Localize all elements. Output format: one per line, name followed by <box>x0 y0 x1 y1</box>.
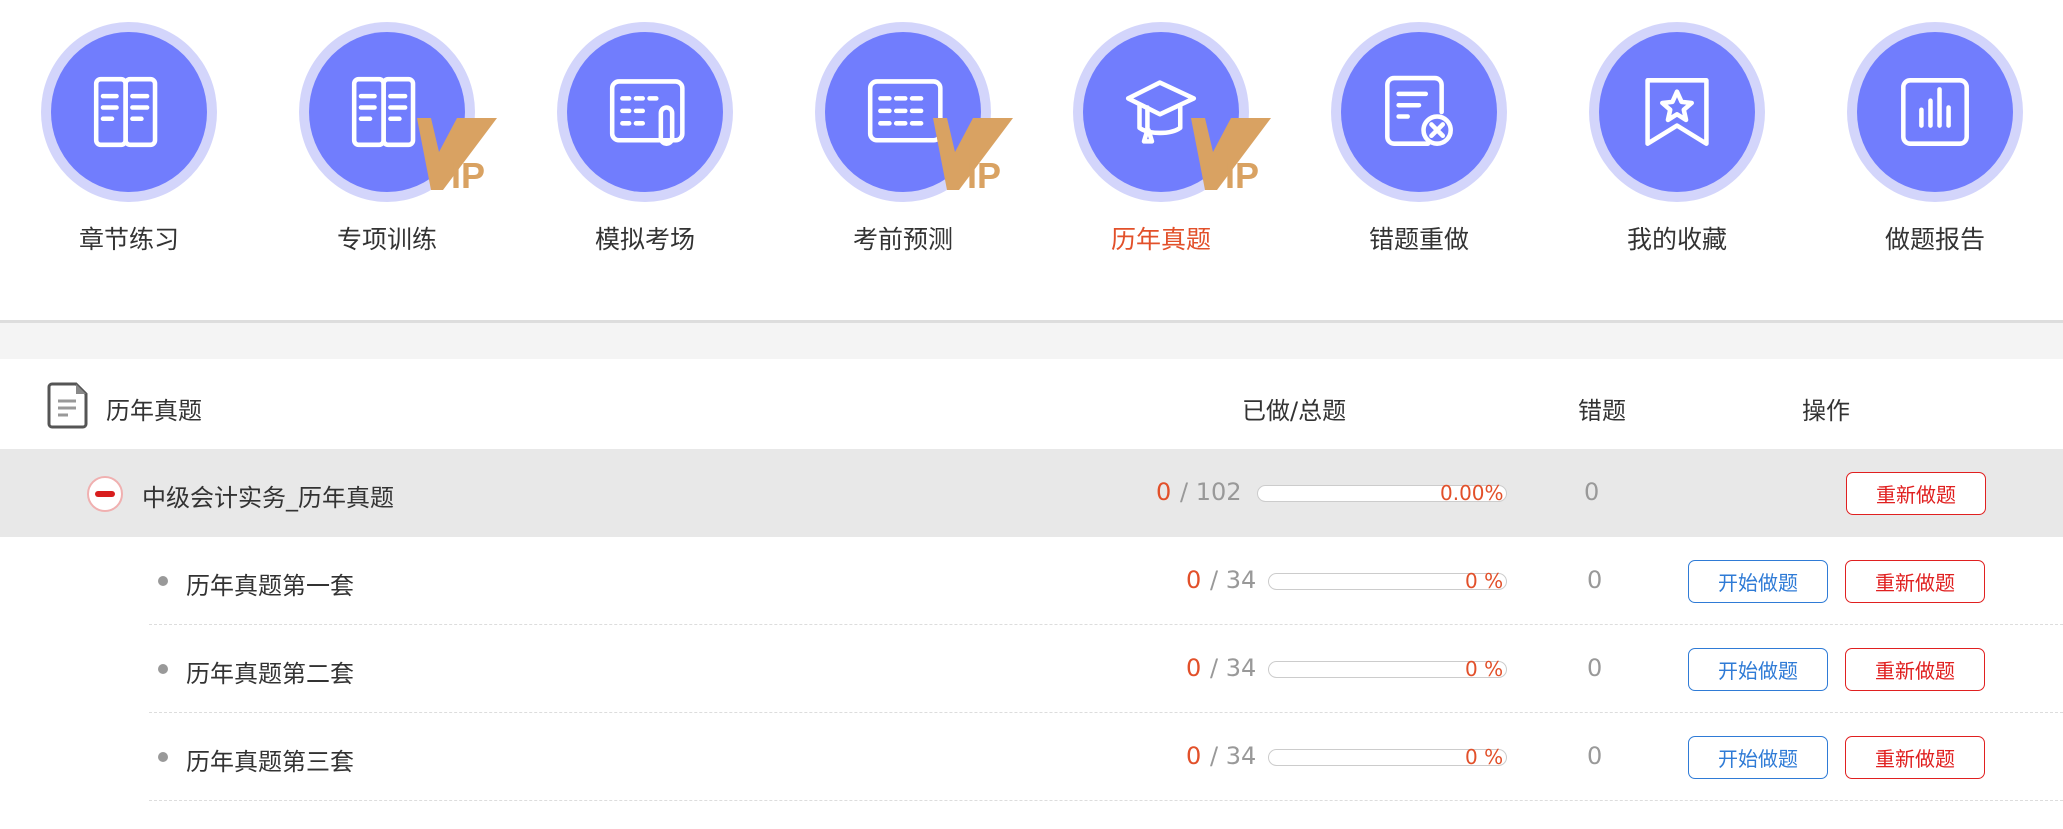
section-title: 历年真题 <box>106 397 202 425</box>
svg-text:IP: IP <box>1225 155 1259 190</box>
nav-label: 考前预测 <box>852 225 953 254</box>
bar-chart-icon <box>1901 78 1969 146</box>
nav-icon-circle <box>41 22 217 202</box>
book-icon <box>93 76 158 148</box>
nav-label: 章节练习 <box>78 225 179 254</box>
feature-nav: 章节练习 IP 专项训练 模拟考场 IP 考前预测 IP 历年真题 错题重做 我的收藏 做题报告 <box>0 0 2063 322</box>
nav-item-8[interactable]: 做题报告 <box>1806 22 2063 256</box>
progress-percent: 0.00% <box>1440 481 1504 505</box>
category-row: 中级会计实务_历年真题 0 / 102 0.00% 0 重新做题 <box>0 449 2063 537</box>
nav-label: 做题报告 <box>1884 225 1985 254</box>
exam-set-row: 历年真题第一套 0 / 34 0 % 0 开始做题 重新做题 <box>0 537 2063 625</box>
exam-set-row: 历年真题第二套 0 / 34 0 % 0 开始做题 重新做题 <box>0 625 2063 713</box>
wrong-doc-icon <box>1385 75 1453 146</box>
nav-label: 错题重做 <box>1368 225 1469 254</box>
redo-button[interactable]: 重新做题 <box>1845 736 1985 779</box>
column-wrong: 错题 <box>1578 397 1626 425</box>
collapse-icon[interactable] <box>86 475 124 513</box>
exam-set-name: 历年真题第二套 <box>186 660 354 688</box>
wrong-count: 0 <box>1587 742 1603 770</box>
wrong-count: 0 <box>1587 566 1603 594</box>
done-count: 0 <box>1186 742 1202 770</box>
redo-button[interactable]: 重新做题 <box>1845 560 1985 603</box>
vip-badge-icon: IP <box>1191 118 1271 190</box>
nav-item-3[interactable]: 模拟考场 <box>516 22 774 256</box>
done-count: 0 <box>1156 478 1172 506</box>
exam-set-name: 历年真题第一套 <box>186 572 354 600</box>
nav-label: 模拟考场 <box>594 225 695 254</box>
redo-button[interactable]: 重新做题 <box>1846 472 1986 515</box>
bullet-icon <box>158 576 168 586</box>
nav-label: 历年真题 <box>1110 225 1211 254</box>
vip-badge-icon: IP <box>933 118 1013 190</box>
vip-badge-icon: IP <box>417 118 497 190</box>
nav-item-5[interactable]: IP 历年真题 <box>1032 22 1290 256</box>
nav-icon-circle: IP <box>1073 22 1271 202</box>
nav-icon-circle <box>1331 22 1507 202</box>
column-progress: 已做/总题 <box>1242 397 1347 425</box>
bullet-icon <box>158 664 168 674</box>
done-count: 0 <box>1186 654 1202 682</box>
nav-icon-circle <box>1589 22 1765 202</box>
spacer-band <box>0 323 2063 359</box>
total-count: / 34 <box>1210 654 1257 682</box>
exam-set-name: 历年真题第三套 <box>186 748 354 776</box>
bookmark-star-icon <box>1645 78 1709 146</box>
redo-button[interactable]: 重新做题 <box>1845 648 1985 691</box>
nav-icon-circle <box>557 22 733 202</box>
svg-text:IP: IP <box>967 155 1001 190</box>
start-button[interactable]: 开始做题 <box>1688 648 1828 691</box>
exam-set-row: 历年真题第三套 0 / 34 0 % 0 开始做题 重新做题 <box>0 713 2063 801</box>
table-header: 历年真题 已做/总题 错题 操作 <box>0 359 2063 449</box>
column-action: 操作 <box>1802 397 1850 425</box>
category-name: 中级会计实务_历年真题 <box>142 484 394 512</box>
svg-text:IP: IP <box>451 155 485 190</box>
start-button[interactable]: 开始做题 <box>1688 736 1828 779</box>
bullet-icon <box>158 752 168 762</box>
total-count: / 102 <box>1180 478 1242 506</box>
nav-item-6[interactable]: 错题重做 <box>1290 22 1548 256</box>
nav-icon-circle: IP <box>815 22 1013 202</box>
nav-icon-circle: IP <box>299 22 497 202</box>
total-count: / 34 <box>1210 742 1257 770</box>
document-icon <box>47 382 88 429</box>
done-count: 0 <box>1186 566 1202 594</box>
nav-icon-circle <box>1847 22 2023 202</box>
nav-item-7[interactable]: 我的收藏 <box>1548 22 1806 256</box>
start-button[interactable]: 开始做题 <box>1688 560 1828 603</box>
nav-item-4[interactable]: IP 考前预测 <box>774 22 1032 256</box>
progress-percent: 0 % <box>1465 569 1504 593</box>
nav-item-1[interactable]: 章节练习 <box>0 22 258 256</box>
progress-percent: 0 % <box>1465 657 1504 681</box>
nav-item-2[interactable]: IP 专项训练 <box>258 22 516 256</box>
wrong-count: 0 <box>1584 478 1600 506</box>
total-count: / 34 <box>1210 566 1257 594</box>
nav-label: 我的收藏 <box>1626 225 1727 254</box>
progress-percent: 0 % <box>1465 745 1504 769</box>
nav-label: 专项训练 <box>336 225 437 254</box>
exam-sheet-icon <box>609 79 685 146</box>
wrong-count: 0 <box>1587 654 1603 682</box>
